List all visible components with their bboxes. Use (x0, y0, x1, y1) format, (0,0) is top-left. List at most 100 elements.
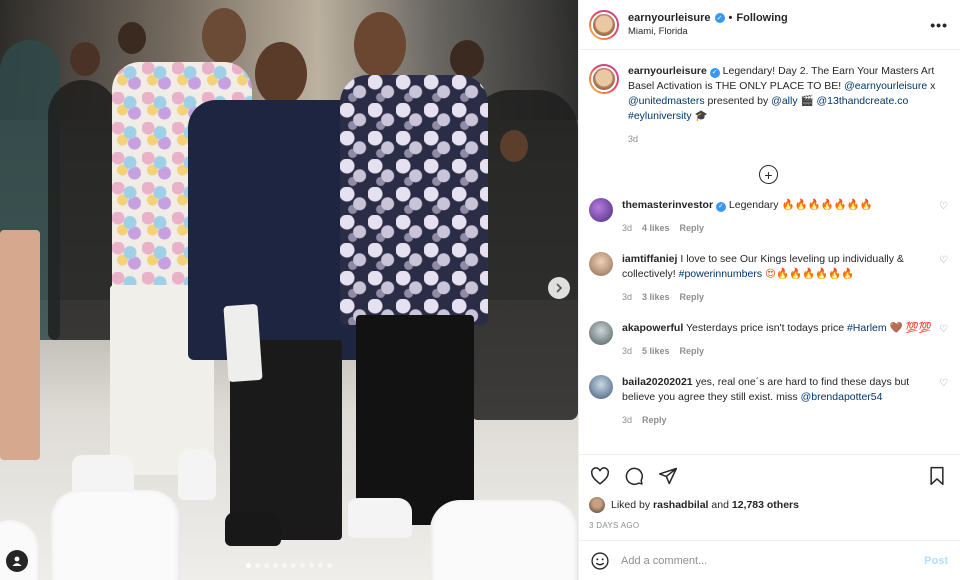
reply-button[interactable]: Reply (642, 413, 667, 428)
crowd-head (118, 22, 146, 54)
verified-badge-icon: ✓ (715, 201, 726, 212)
post-header: earnyourleisure ✓ • Following Miami, Flo… (579, 0, 960, 50)
carousel-dot (255, 563, 260, 568)
mention-link[interactable]: @ally (771, 95, 797, 107)
author-avatar[interactable] (589, 9, 619, 40)
liker-username[interactable]: rashadbilal (653, 499, 708, 511)
commenter-avatar[interactable] (589, 321, 613, 345)
author-avatar[interactable] (589, 64, 619, 94)
author-username[interactable]: earnyourleisure (628, 12, 711, 24)
heart-icon[interactable]: ♡ (936, 201, 948, 236)
comment-emojis: 😍🔥🔥🔥🔥🔥🔥 (765, 268, 855, 280)
carousel-dot (282, 563, 287, 568)
verified-badge-icon: ✓ (714, 13, 725, 23)
plus-circle-icon[interactable]: + (759, 165, 778, 184)
carousel-dot (300, 563, 305, 568)
instagram-post: earnyourleisure ✓ • Following Miami, Flo… (0, 0, 960, 580)
reply-button[interactable]: Reply (680, 290, 705, 305)
liked-and-label: and (711, 499, 729, 511)
comments-section[interactable]: earnyourleisure ✓ Legendary! Day 2. The … (579, 50, 960, 454)
bookmark-icon[interactable] (926, 465, 948, 487)
heart-icon[interactable]: ♡ (936, 378, 948, 428)
comment-icon[interactable] (623, 465, 645, 487)
post-actions: Liked by rashadbilal and 12,783 others 3… (579, 454, 960, 540)
separator: • (728, 12, 733, 24)
commenter-avatar[interactable] (589, 198, 613, 222)
mention-link[interactable]: @13thandcreate.co (817, 95, 909, 107)
shoe (348, 498, 412, 538)
verified-badge-icon: ✓ (709, 67, 720, 78)
comment-likes[interactable]: 5 likes (642, 344, 670, 359)
shoe (225, 512, 281, 546)
crowd-legs (0, 230, 40, 460)
post-comment-button[interactable]: Post (924, 555, 948, 567)
chevron-right-icon[interactable] (548, 277, 570, 299)
comment-username[interactable]: akapowerful (622, 322, 683, 334)
comment-text: Yesterdays price isn't todays price (686, 322, 845, 334)
post-photo[interactable] (0, 0, 578, 580)
white-chair (430, 500, 578, 580)
comment-age[interactable]: 3d (622, 413, 632, 428)
caption-age[interactable]: 3d (628, 132, 638, 147)
user-tag-icon[interactable] (6, 550, 28, 572)
carousel-dot (327, 563, 332, 568)
comment-username[interactable]: baila20202021 (622, 376, 693, 388)
reply-button[interactable]: Reply (680, 221, 705, 236)
comment-emojis: 🔥🔥🔥🔥🔥🔥🔥 (781, 199, 873, 211)
hashtag-link[interactable]: #eyluniversity (628, 110, 692, 122)
paper-plane-icon[interactable] (657, 465, 679, 487)
mention-link[interactable]: @unitedmasters (628, 95, 705, 107)
post-timestamp[interactable]: 3 DAYS AGO (589, 521, 948, 530)
smiley-icon[interactable] (589, 550, 611, 572)
crowd-head (500, 130, 528, 162)
comment-item: themasterinvestor ✓ Legendary 🔥🔥🔥🔥🔥🔥🔥 3d… (589, 198, 948, 236)
caption-username[interactable]: earnyourleisure (628, 65, 707, 77)
comment-item: iamtiffaniej I love to see Our Kings lev… (589, 252, 948, 305)
crowd-head (450, 40, 484, 78)
comment-age[interactable]: 3d (622, 290, 632, 305)
carousel-dot (291, 563, 296, 568)
comment-emojis: 🤎 💯💯 (889, 322, 932, 334)
caption-text: x (930, 80, 936, 92)
dark-floral-shirt (340, 75, 488, 325)
following-button[interactable]: Following (736, 12, 787, 24)
others-likes-link[interactable]: 12,783 others (732, 499, 799, 511)
mention-link[interactable]: @earnyourleisure (844, 80, 927, 92)
commenter-avatar[interactable] (589, 375, 613, 399)
black-pants (356, 315, 474, 525)
liker-avatar[interactable] (589, 497, 605, 513)
reply-button[interactable]: Reply (680, 344, 705, 359)
heart-icon[interactable] (589, 465, 611, 487)
clapper-emoji: 🎬 (800, 95, 814, 107)
mention-link[interactable]: @brendapotter54 (801, 391, 883, 403)
carousel-dot (264, 563, 269, 568)
comment-likes[interactable]: 3 likes (642, 290, 670, 305)
carousel-indicator (0, 563, 578, 568)
comment-input[interactable] (621, 554, 925, 567)
shoe (178, 450, 216, 500)
post-caption: earnyourleisure ✓ Legendary! Day 2. The … (589, 64, 948, 147)
carousel-dot (309, 563, 314, 568)
hashtag-link[interactable]: #Harlem (847, 322, 887, 334)
more-options-icon[interactable]: ••• (930, 17, 948, 33)
heart-icon[interactable]: ♡ (936, 324, 948, 359)
crowd-person (48, 80, 118, 340)
comment-item: baila20202021 yes, real one´s are hard t… (589, 375, 948, 428)
carousel-dot (273, 563, 278, 568)
carousel-dot (318, 563, 323, 568)
hashtag-link[interactable]: #powerinnumbers (679, 268, 762, 280)
comment-likes[interactable]: 4 likes (642, 221, 670, 236)
commenter-avatar[interactable] (589, 252, 613, 276)
likes-summary: Liked by rashadbilal and 12,783 others (589, 497, 948, 513)
comment-username[interactable]: themasterinvestor (622, 199, 713, 211)
comment-age[interactable]: 3d (622, 221, 632, 236)
comment-username[interactable]: iamtiffaniej (622, 253, 677, 265)
heart-icon[interactable]: ♡ (936, 255, 948, 305)
comment-item: akapowerful Yesterdays price isn't today… (589, 321, 948, 359)
location-link[interactable]: Miami, Florida (628, 26, 930, 37)
crowd-head (70, 42, 100, 76)
person-head (354, 12, 406, 78)
person-head (202, 8, 246, 64)
load-more-comments[interactable]: + (589, 165, 948, 184)
comment-age[interactable]: 3d (622, 344, 632, 359)
